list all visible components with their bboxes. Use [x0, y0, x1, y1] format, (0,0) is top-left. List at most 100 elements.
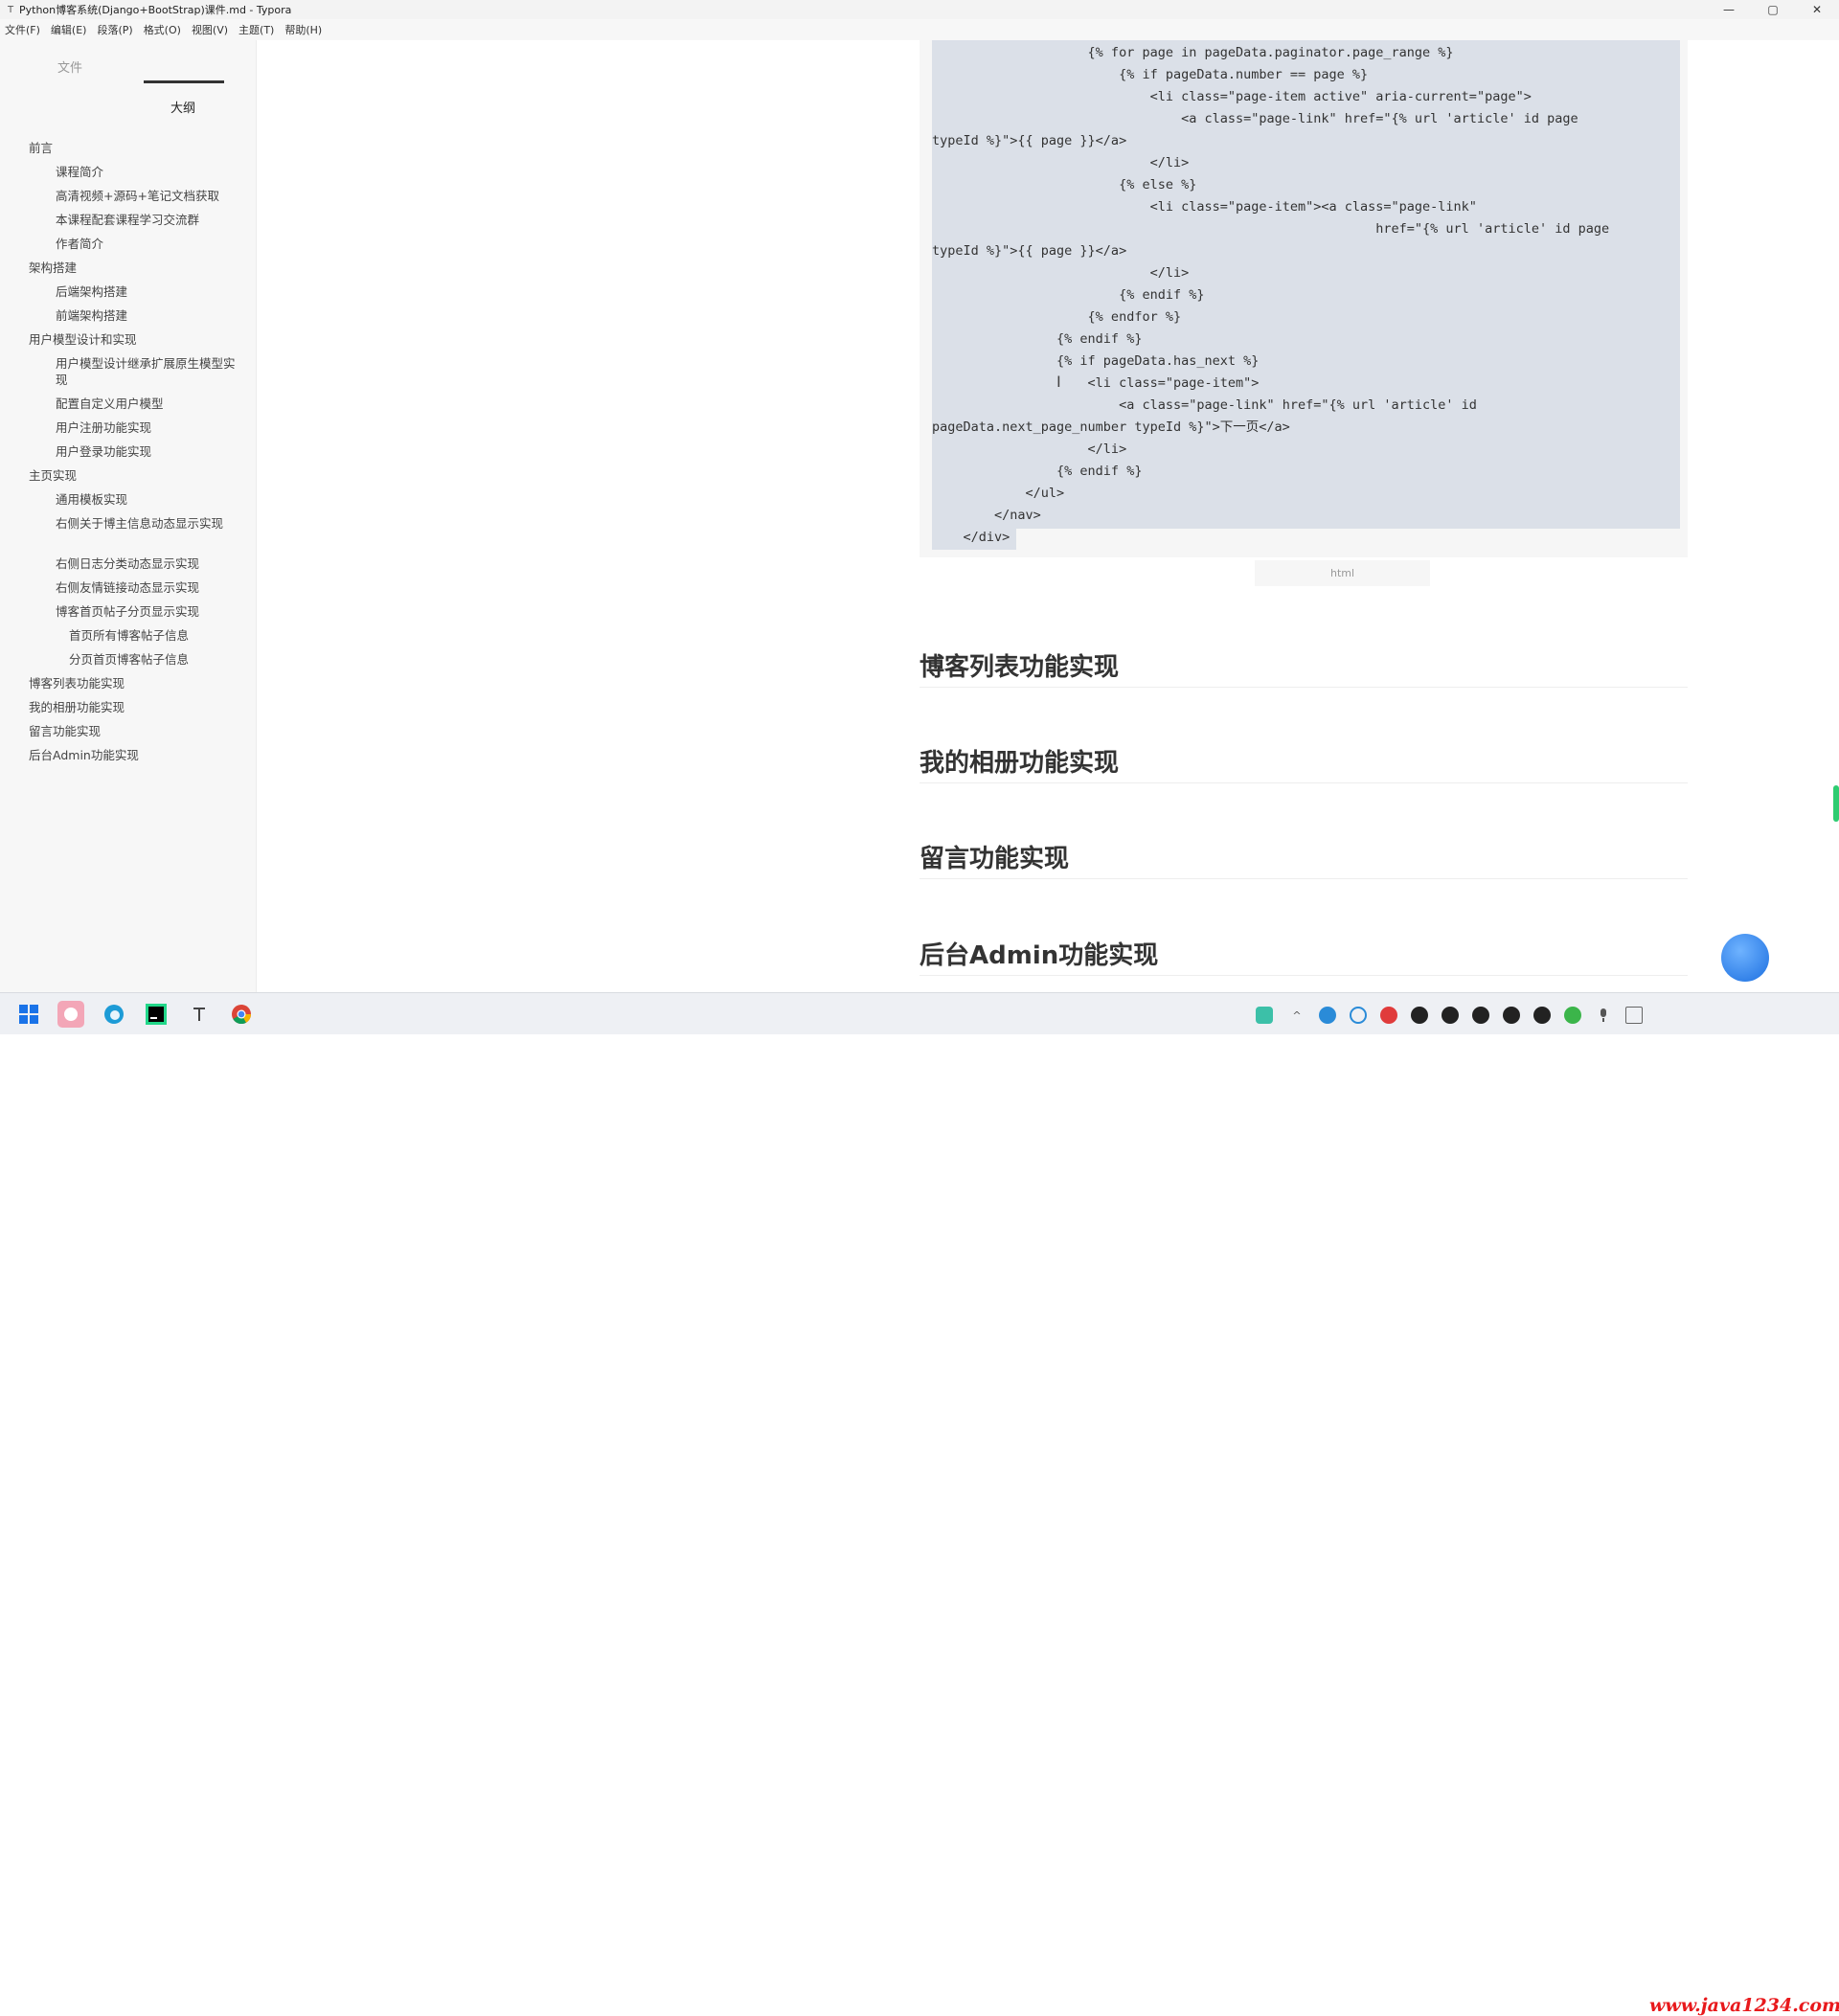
- outline-item[interactable]: 用户注册功能实现: [56, 419, 243, 436]
- code-line[interactable]: <li class="page-item active" aria-curren…: [932, 88, 1532, 105]
- code-line[interactable]: {% if pageData.number == page %}: [932, 66, 1368, 83]
- code-language-input[interactable]: html: [1255, 560, 1430, 586]
- outline-item[interactable]: 作者简介: [56, 236, 243, 252]
- floating-assistant-ball[interactable]: [1721, 934, 1769, 982]
- code-line[interactable]: </nav>: [932, 507, 1041, 524]
- close-icon[interactable]: ✕: [1795, 0, 1839, 19]
- window-title: Python博客系统(Django+BootStrap)课件.md - Typo…: [19, 4, 292, 16]
- code-line[interactable]: </li>: [932, 441, 1127, 458]
- code-line[interactable]: {% endif %}: [932, 463, 1142, 480]
- outline-item[interactable]: 我的相册功能实现: [29, 699, 125, 715]
- sidebar: 文件 大纲 前言 课程简介 高清视频+源码+笔记文档获取 本课程配套课程学习交流…: [0, 40, 257, 992]
- outline-item[interactable]: 前端架构搭建: [56, 307, 243, 324]
- qq-icon[interactable]: [1442, 1007, 1459, 1024]
- code-line[interactable]: <a class="page-link" href="{% url 'artic…: [932, 396, 1477, 414]
- outline-item[interactable]: 后台Admin功能实现: [29, 747, 139, 763]
- menu-help[interactable]: 帮助(H): [280, 22, 328, 37]
- outline-item[interactable]: 用户模型设计和实现: [29, 331, 137, 348]
- menu-paragraph[interactable]: 段落(P): [92, 22, 138, 37]
- code-line[interactable]: {% endif %}: [932, 286, 1204, 304]
- heading-album[interactable]: 我的相册功能实现: [920, 743, 1119, 779]
- tray-app-icon[interactable]: [1256, 1007, 1273, 1024]
- outline-item[interactable]: 留言功能实现: [29, 723, 101, 739]
- tray-chat-icon[interactable]: [1350, 1007, 1367, 1024]
- minimize-icon[interactable]: —: [1707, 0, 1751, 19]
- outline-item[interactable]: 本课程配套课程学习交流群: [56, 212, 243, 228]
- heading-divider: [920, 878, 1688, 879]
- code-line[interactable]: </li>: [932, 154, 1190, 171]
- tab-files[interactable]: 文件: [57, 57, 82, 76]
- outline-item[interactable]: 通用模板实现: [56, 491, 243, 508]
- typora-taskbar-icon[interactable]: [186, 1001, 213, 1028]
- microphone-icon[interactable]: [1595, 1007, 1612, 1024]
- code-line[interactable]: </li>: [932, 264, 1190, 282]
- code-line[interactable]: <li class="page-item"><a class="page-lin…: [932, 198, 1477, 215]
- outline-item[interactable]: 首页所有博客帖子信息: [69, 627, 189, 644]
- code-line[interactable]: <a class="page-link" href="{% url 'artic…: [932, 110, 1578, 127]
- heading-divider: [920, 782, 1688, 783]
- outline-item[interactable]: 前言: [29, 140, 53, 156]
- title-bar: T Python博客系统(Django+BootStrap)课件.md - Ty…: [0, 0, 1839, 19]
- code-line[interactable]: typeId %}">{{ page }}</a>: [932, 242, 1126, 260]
- outline-item[interactable]: 架构搭建: [29, 260, 77, 276]
- text-cursor-icon: I: [1056, 373, 1061, 391]
- outline-item[interactable]: 用户模型设计继承扩展原生模型实现: [56, 355, 243, 388]
- outline-item[interactable]: 右侧关于博主信息动态显示实现: [56, 515, 243, 532]
- code-line[interactable]: pageData.next_page_number typeId %}">下一页…: [932, 419, 1290, 436]
- watermark-text: www.java1234.com: [1649, 1995, 1839, 2016]
- heading-blog-list[interactable]: 博客列表功能实现: [920, 647, 1119, 683]
- edge-icon[interactable]: [101, 1001, 127, 1028]
- code-line[interactable]: <li class="page-item">: [932, 374, 1260, 392]
- code-line[interactable]: typeId %}">{{ page }}</a>: [932, 132, 1126, 149]
- menu-edit[interactable]: 编辑(E): [46, 22, 93, 37]
- outline-item[interactable]: 右侧日志分类动态显示实现: [56, 555, 243, 572]
- tray-record-icon[interactable]: [1380, 1007, 1397, 1024]
- qq-icon[interactable]: [1411, 1007, 1428, 1024]
- outline-item[interactable]: 博客首页帖子分页显示实现: [56, 603, 243, 620]
- outline-item[interactable]: 高清视频+源码+笔记文档获取: [56, 188, 243, 204]
- code-line[interactable]: {% for page in pageData.paginator.page_r…: [932, 44, 1454, 61]
- side-accent-handle[interactable]: [1833, 785, 1839, 822]
- editor-area[interactable]: {% for page in pageData.paginator.page_r…: [258, 40, 1839, 992]
- outline-item[interactable]: 用户登录功能实现: [56, 443, 243, 460]
- outline-item[interactable]: 右侧友情链接动态显示实现: [56, 579, 243, 596]
- tray-blue-icon[interactable]: [1319, 1007, 1336, 1024]
- keyboard-icon[interactable]: [1625, 1007, 1643, 1024]
- windows-start-icon[interactable]: [15, 1001, 42, 1028]
- pycharm-icon[interactable]: [143, 1001, 170, 1028]
- code-line[interactable]: {% endfor %}: [932, 308, 1182, 326]
- code-line[interactable]: href="{% url 'article' id page: [932, 220, 1609, 238]
- outline-item[interactable]: 课程简介: [56, 164, 243, 180]
- qq-icon[interactable]: [1503, 1007, 1520, 1024]
- typora-app-icon: T: [7, 4, 14, 15]
- outline-item[interactable]: 后端架构搭建: [56, 283, 243, 300]
- menu-view[interactable]: 视图(V): [187, 22, 234, 37]
- outline-item[interactable]: 分页首页博客帖子信息: [69, 651, 189, 668]
- sidebar-tabs: 文件 大纲: [0, 40, 256, 116]
- wechat-icon[interactable]: [1564, 1007, 1581, 1024]
- menu-file[interactable]: 文件(F): [0, 22, 46, 37]
- heading-divider: [920, 687, 1688, 688]
- qq-icon[interactable]: [1533, 1007, 1551, 1024]
- code-line[interactable]: {% else %}: [932, 176, 1196, 193]
- chevron-up-icon[interactable]: ^: [1288, 1007, 1305, 1024]
- heading-admin[interactable]: 后台Admin功能实现: [920, 936, 1158, 971]
- heading-message[interactable]: 留言功能实现: [920, 839, 1069, 874]
- menu-bar: 文件(F) 编辑(E) 段落(P) 格式(O) 视图(V) 主题(T) 帮助(H…: [0, 19, 1839, 40]
- app-pink-icon[interactable]: [57, 1001, 84, 1028]
- outline-item[interactable]: 配置自定义用户模型: [56, 396, 243, 412]
- chrome-icon[interactable]: [228, 1001, 255, 1028]
- maximize-icon[interactable]: ▢: [1751, 0, 1795, 19]
- code-line[interactable]: {% if pageData.has_next %}: [932, 352, 1259, 370]
- heading-divider: [920, 975, 1688, 976]
- outline-item[interactable]: 博客列表功能实现: [29, 675, 125, 691]
- taskbar: ^ www.java1234.com: [0, 992, 1839, 2016]
- menu-theme[interactable]: 主题(T): [234, 22, 280, 37]
- active-tab-indicator: [144, 80, 224, 83]
- qq-icon[interactable]: [1472, 1007, 1489, 1024]
- outline-item[interactable]: 主页实现: [29, 467, 77, 484]
- code-line[interactable]: </ul>: [932, 485, 1065, 502]
- code-line[interactable]: </div>: [932, 529, 1010, 546]
- code-line[interactable]: {% endif %}: [932, 330, 1142, 348]
- menu-format[interactable]: 格式(O): [139, 22, 187, 37]
